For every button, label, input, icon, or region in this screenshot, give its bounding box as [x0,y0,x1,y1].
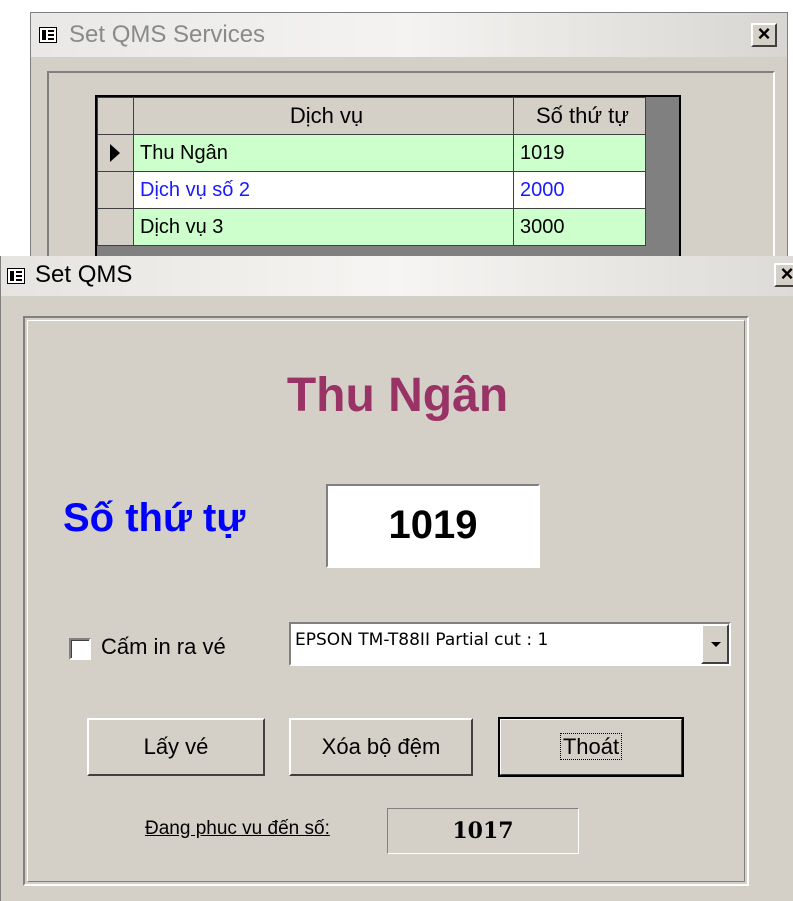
no-print-checkbox[interactable] [69,638,91,660]
service-number-cell[interactable]: 2000 [513,171,646,209]
table-row[interactable]: Dịch vụ 3 3000 [97,208,646,246]
no-print-label[interactable]: Cấm in ra vé [101,634,226,660]
get-ticket-button[interactable]: Lấy vé [87,718,265,776]
services-window: Set QMS Services × Dịch vụ Số thứ tự Thu… [30,12,788,282]
qms-window-title: Set QMS [35,261,133,288]
services-titlebar: Set QMS Services × [31,13,787,57]
column-header-service[interactable]: Dịch vụ [133,97,514,135]
printer-dropdown-button[interactable] [701,624,729,664]
form-icon [39,27,57,43]
clear-buffer-button[interactable]: Xóa bộ đệm [289,718,473,776]
chevron-down-icon [711,642,721,647]
printer-select-value: EPSON TM-T88II Partial cut : 1 [295,630,549,650]
table-row[interactable]: Thu Ngân 1019 [97,134,646,172]
row-selector[interactable] [97,208,134,246]
grid-header-row: Dịch vụ Số thứ tự [97,97,646,135]
services-grid: Dịch vụ Số thứ tự Thu Ngân 1019 Dịch vụ … [95,95,681,267]
row-selector[interactable] [97,134,134,172]
now-serving-value: 1017 [387,808,579,854]
service-number-cell[interactable]: 3000 [513,208,646,246]
printer-select[interactable]: EPSON TM-T88II Partial cut : 1 [289,622,731,666]
close-button[interactable]: × [774,263,793,287]
row-selector[interactable] [97,171,134,209]
sequence-value-field[interactable]: 1019 [326,484,540,568]
sequence-label: Số thứ tự [63,496,246,540]
qms-window: Set QMS × Thu Ngân Số thứ tự 1019 Cấm in… [0,256,793,901]
current-record-pointer-icon [110,144,120,162]
service-name-cell[interactable]: Dịch vụ số 2 [133,171,514,209]
form-icon [7,268,25,284]
exit-button-label: Thoát [559,733,623,760]
service-number-cell[interactable]: 1019 [513,134,646,172]
qms-titlebar: Set QMS × [1,256,793,296]
column-header-number[interactable]: Số thứ tự [513,97,646,135]
close-button[interactable]: × [751,23,777,47]
now-serving-label: Đang phuc vu đến số: [145,818,330,839]
service-name-cell[interactable]: Thu Ngân [133,134,514,172]
service-name-heading: Thu Ngân [286,369,509,422]
service-name-cell[interactable]: Dịch vụ 3 [133,208,514,246]
grid-corner[interactable] [97,97,134,135]
table-row[interactable]: Dịch vụ số 2 2000 [97,171,646,209]
exit-button[interactable]: Thoát [498,717,684,777]
services-window-title: Set QMS Services [69,21,266,48]
